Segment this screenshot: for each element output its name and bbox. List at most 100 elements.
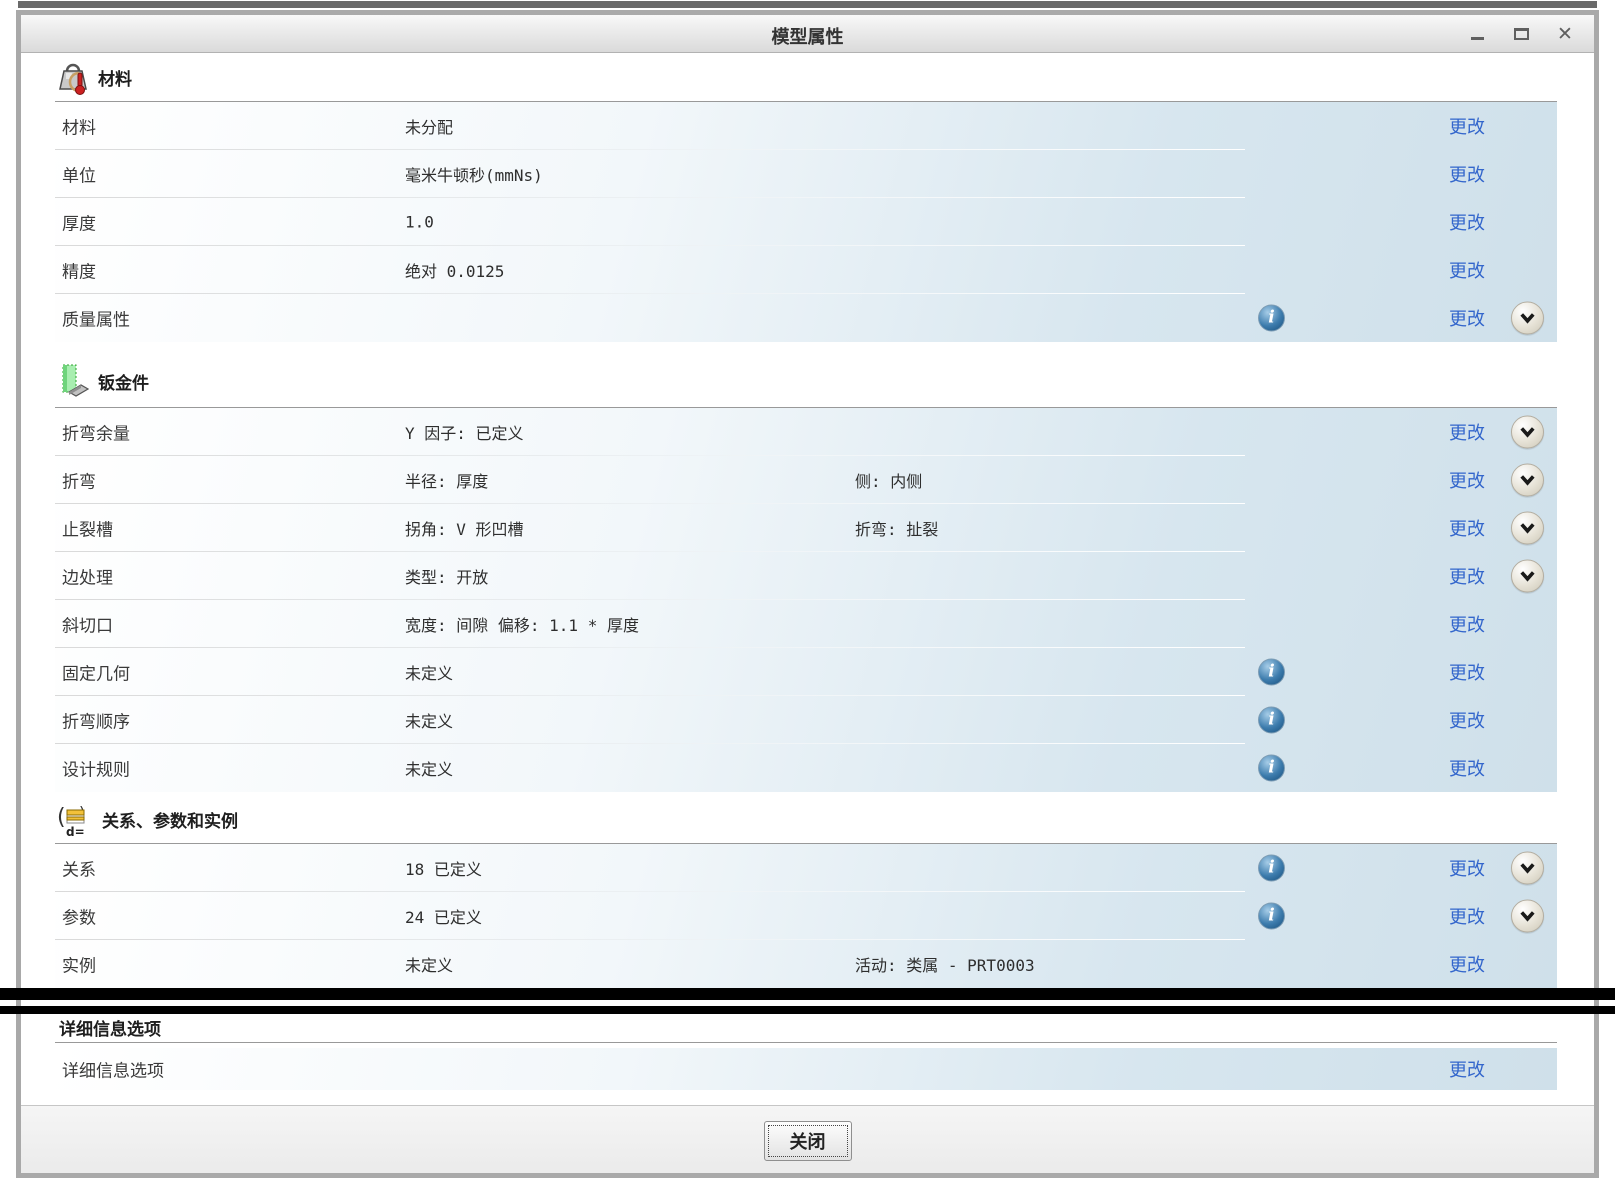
property-value: 宽度: 间隙 偏移: 1.1 * 厚度: [405, 616, 639, 635]
info-icon[interactable]: i: [1258, 854, 1285, 882]
dialog-title: 模型属性: [771, 27, 844, 48]
info-icon[interactable]: i: [1258, 658, 1285, 686]
info-icon[interactable]: i: [1258, 754, 1285, 782]
change-link[interactable]: 更改: [1449, 515, 1485, 541]
chevron-down-icon[interactable]: [1511, 511, 1544, 545]
property-row-fixed-geometry: 固定几何 未定义 i 更改: [55, 648, 1557, 696]
model-properties-dialog: 模型属性 ✕ 材料 材料 未分配 更改 单位 毫米牛顿秒(mmNs) 更改 厚度…: [16, 10, 1599, 1178]
property-label: 精度: [62, 262, 96, 283]
property-label: 折弯顺序: [62, 712, 130, 733]
minimize-icon: [1470, 36, 1484, 40]
maximize-icon: [1513, 28, 1529, 40]
change-link[interactable]: 更改: [1449, 659, 1485, 685]
chevron-down-icon[interactable]: [1511, 899, 1544, 933]
chevron-down-icon[interactable]: [1511, 301, 1544, 335]
property-value: 未定义: [405, 664, 454, 683]
property-row-design-rules: 设计规则 未定义 i 更改: [55, 744, 1557, 792]
property-label: 折弯余量: [62, 424, 130, 445]
section-title: 材料: [98, 69, 132, 90]
property-value: 半径: 厚度: [405, 472, 489, 491]
info-icon[interactable]: i: [1258, 902, 1285, 930]
dialog-titlebar[interactable]: 模型属性 ✕: [21, 15, 1594, 53]
change-link[interactable]: 更改: [1449, 563, 1485, 589]
maximize-button[interactable]: [1510, 23, 1532, 45]
property-row-edge-treatment: 边处理 类型: 开放 更改: [55, 552, 1557, 600]
change-link[interactable]: 更改: [1449, 467, 1485, 493]
minimize-button[interactable]: [1466, 23, 1488, 45]
dialog-content: 材料 材料 未分配 更改 单位 毫米牛顿秒(mmNs) 更改 厚度 1.0 更改…: [21, 53, 1594, 1090]
property-label: 斜切口: [62, 616, 113, 637]
property-value: 18 已定义: [405, 860, 482, 879]
property-value-secondary: 活动: 类属 - PRT0003: [855, 956, 1035, 975]
info-icon[interactable]: i: [1258, 706, 1285, 734]
section-relations-header: ( ) d= 关系、参数和实例: [55, 796, 1574, 844]
property-row-parameters: 参数 24 已定义 i 更改: [55, 892, 1557, 940]
section-title: 钣金件: [98, 374, 149, 394]
property-row-mass-properties: 质量属性 i 更改: [55, 294, 1557, 342]
change-link[interactable]: 更改: [1449, 209, 1485, 235]
close-icon: ✕: [1557, 22, 1573, 45]
close-button[interactable]: 关闭: [763, 1121, 852, 1161]
property-label: 设计规则: [62, 760, 130, 781]
property-label: 质量属性: [62, 310, 130, 331]
property-label: 材料: [62, 118, 96, 139]
window-controls: ✕: [1466, 15, 1576, 53]
property-row-detail-options: 详细信息选项 更改: [55, 1048, 1557, 1090]
property-label: 止裂槽: [62, 520, 113, 541]
property-value-secondary: 折弯: 扯裂: [855, 520, 939, 539]
change-link[interactable]: 更改: [1449, 951, 1485, 977]
property-label: 单位: [62, 166, 96, 187]
property-label: 边处理: [62, 568, 113, 589]
change-link[interactable]: 更改: [1449, 903, 1485, 929]
property-value: 未定义: [405, 760, 454, 779]
property-value: Y 因子: 已定义: [405, 424, 524, 443]
section-title: 详细信息选项: [59, 1019, 161, 1040]
change-link[interactable]: 更改: [1449, 855, 1485, 881]
property-row-thickness: 厚度 1.0 更改: [55, 198, 1557, 246]
property-label: 实例: [62, 956, 96, 977]
property-row-accuracy: 精度 绝对 0.0125 更改: [55, 246, 1557, 294]
property-value: 未分配: [405, 118, 454, 137]
section-sheetmetal-header: 钣金件: [55, 356, 1574, 408]
property-label: 厚度: [62, 214, 96, 235]
chevron-down-icon[interactable]: [1511, 559, 1544, 593]
relations-rows: 关系 18 已定义 i 更改 参数 24 已定义 i 更改 实例 未定义 活动:…: [55, 844, 1557, 988]
property-value-secondary: 侧: 内侧: [855, 472, 923, 491]
change-link[interactable]: 更改: [1449, 113, 1485, 139]
chevron-down-icon[interactable]: [1511, 463, 1544, 497]
change-link[interactable]: 更改: [1449, 257, 1485, 283]
chevron-down-icon[interactable]: [1511, 415, 1544, 449]
change-link[interactable]: 更改: [1449, 161, 1485, 187]
chevron-down-icon[interactable]: [1511, 851, 1544, 885]
property-value: 绝对 0.0125: [405, 262, 505, 281]
change-link[interactable]: 更改: [1449, 707, 1485, 733]
relations-parameters-icon: ( ) d=: [57, 803, 85, 839]
change-link[interactable]: 更改: [1449, 755, 1485, 781]
property-row-bend-allowance: 折弯余量 Y 因子: 已定义 更改: [55, 408, 1557, 456]
property-row-relief: 止裂槽 拐角: V 形凹槽 折弯: 扯裂 更改: [55, 504, 1557, 552]
property-row-miter-cut: 斜切口 宽度: 间隙 偏移: 1.1 * 厚度 更改: [55, 600, 1557, 648]
screenshot-crop-bar: [0, 988, 1615, 1000]
property-value: 未定义: [405, 956, 454, 975]
property-value: 类型: 开放: [405, 568, 489, 587]
property-value: 未定义: [405, 712, 454, 731]
close-window-button[interactable]: ✕: [1554, 23, 1576, 45]
svg-text:(: (: [57, 805, 66, 830]
material-weight-icon: [59, 63, 87, 95]
material-rows: 材料 未分配 更改 单位 毫米牛顿秒(mmNs) 更改 厚度 1.0 更改 精度…: [55, 102, 1557, 342]
change-link[interactable]: 更改: [1449, 419, 1485, 445]
property-value: 1.0: [405, 212, 434, 232]
property-label: 关系: [62, 860, 96, 881]
section-material-header: 材料: [55, 53, 1574, 102]
info-icon[interactable]: i: [1258, 304, 1285, 332]
sheetmetal-rows: 折弯余量 Y 因子: 已定义 更改 折弯 半径: 厚度 侧: 内侧 更改 止裂槽…: [55, 408, 1557, 792]
change-link[interactable]: 更改: [1449, 305, 1485, 331]
property-value: 拐角: V 形凹槽: [405, 520, 524, 539]
property-row-units: 单位 毫米牛顿秒(mmNs) 更改: [55, 150, 1557, 198]
screenshot-crop-bar: [0, 1006, 1615, 1014]
sheet-metal-icon: [62, 364, 89, 397]
svg-text:d=: d=: [66, 825, 85, 839]
change-link[interactable]: 更改: [1449, 611, 1485, 637]
change-link[interactable]: 更改: [1449, 1056, 1485, 1082]
property-label: 参数: [62, 908, 96, 929]
